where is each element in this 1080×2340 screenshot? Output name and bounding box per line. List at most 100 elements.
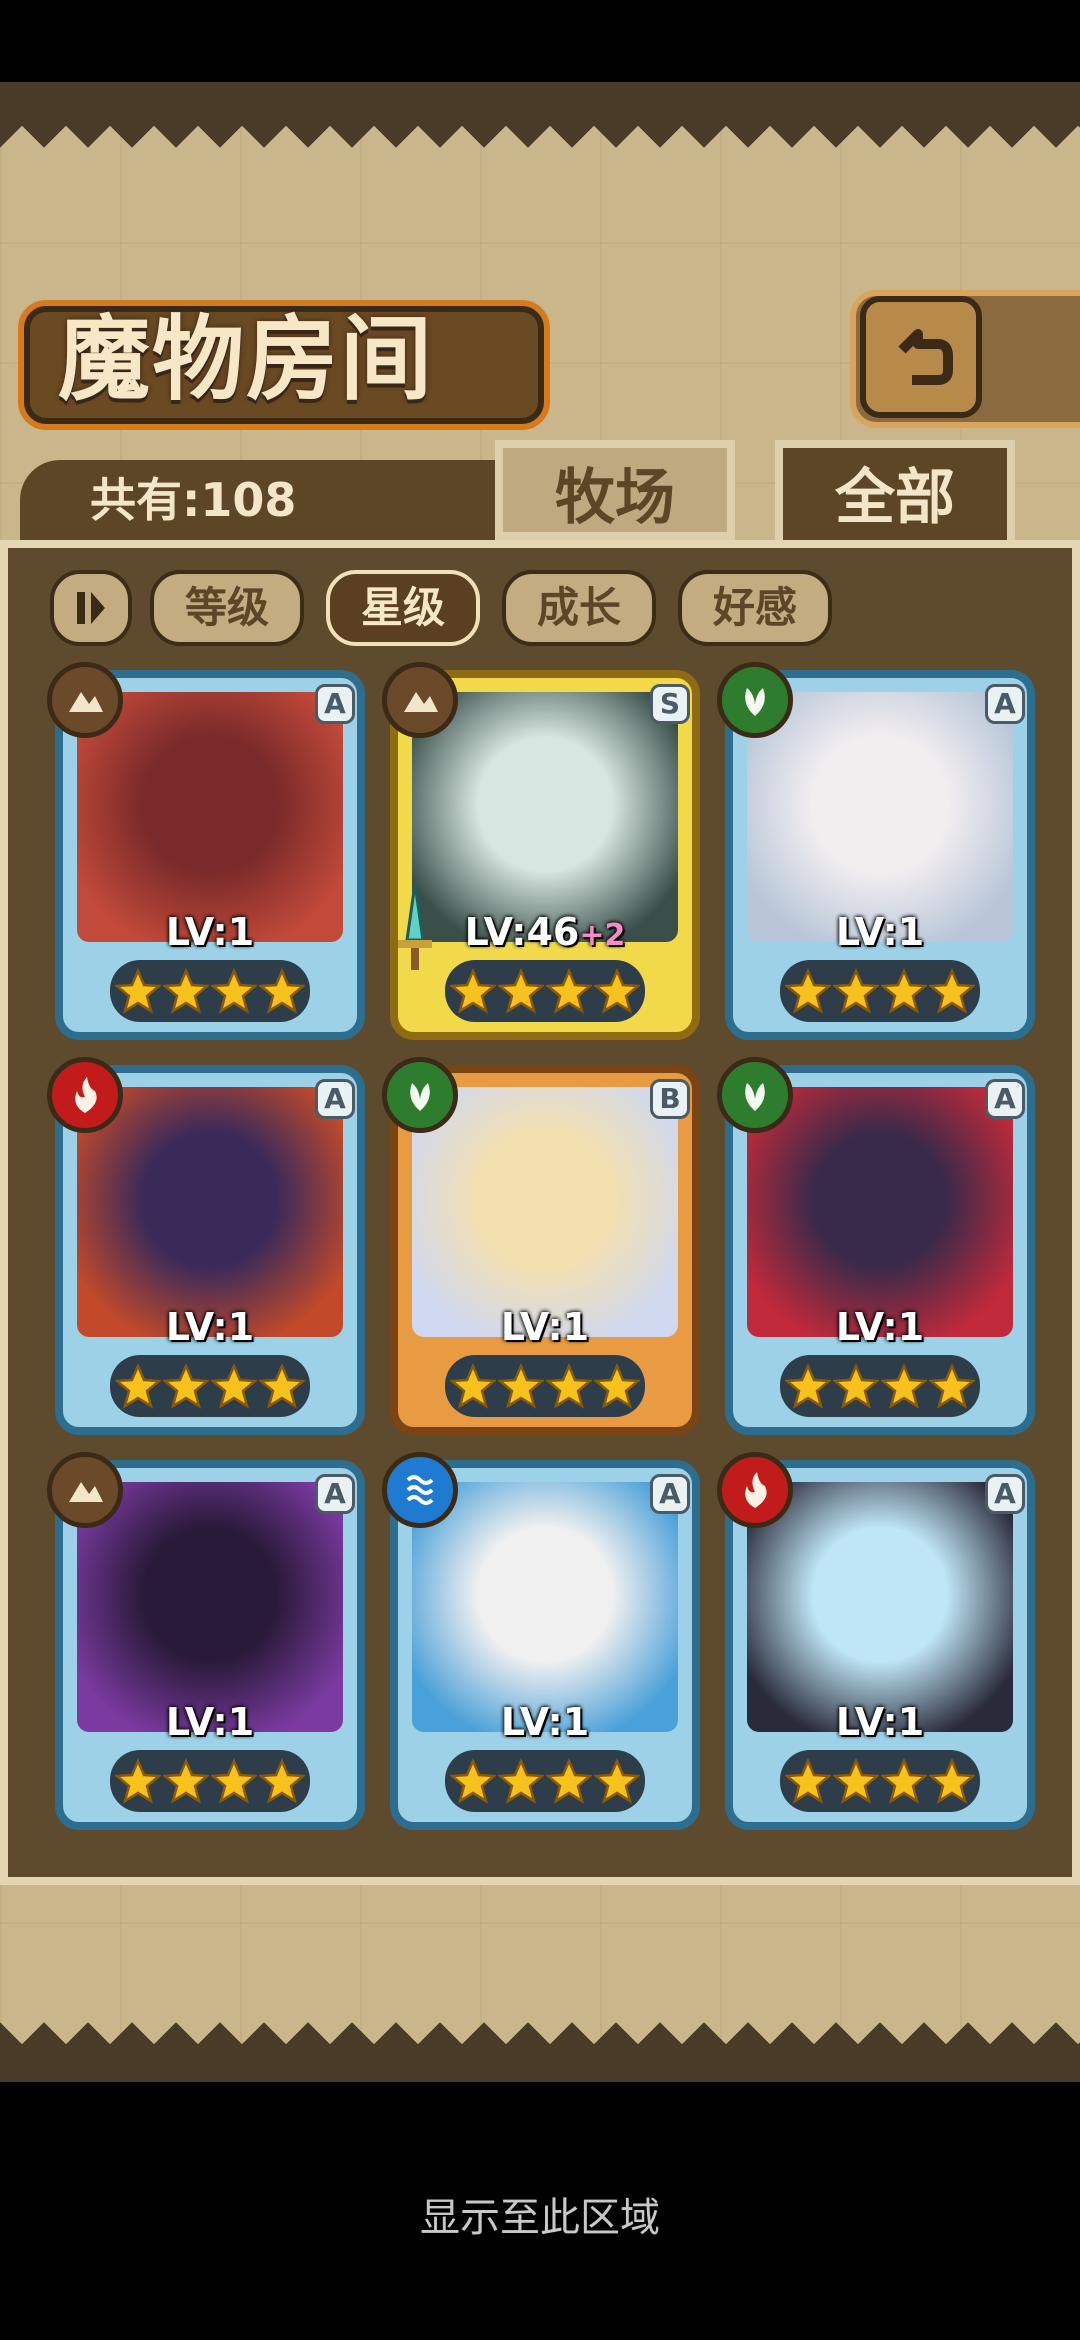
- star-icon: [113, 967, 163, 1014]
- level-label: LV:1: [55, 910, 365, 954]
- fire-icon: [47, 1057, 123, 1133]
- water-icon: [382, 1452, 458, 1528]
- level-value: LV:1: [835, 1700, 925, 1744]
- star-icon: [879, 967, 929, 1014]
- rank-badge: A: [315, 684, 355, 724]
- star-rating: [780, 960, 980, 1022]
- monster-count: 共有:108: [90, 473, 297, 527]
- bottom-zigzag-border: [0, 2000, 1080, 2044]
- rank-badge: S: [650, 684, 690, 724]
- star-icon: [209, 1362, 259, 1409]
- level-label: LV:1: [725, 1700, 1035, 1744]
- star-rating: [110, 960, 310, 1022]
- tab-ranch[interactable]: 牧场: [495, 440, 735, 540]
- star-icon: [257, 1362, 307, 1409]
- earth-icon: [47, 662, 123, 738]
- monster-portrait: [77, 1482, 343, 1732]
- monster-card[interactable]: A LV:1: [717, 1057, 1035, 1435]
- star-icon: [592, 967, 642, 1014]
- star-icon: [783, 1362, 833, 1409]
- star-rating: [110, 1355, 310, 1417]
- rank-badge: A: [650, 1474, 690, 1514]
- star-icon: [927, 1362, 977, 1409]
- star-icon: [879, 1757, 929, 1804]
- filter-stars[interactable]: 星级: [326, 570, 480, 646]
- star-icon: [257, 967, 307, 1014]
- level-value: LV:1: [165, 1700, 255, 1744]
- level-value: LV:1: [165, 1305, 255, 1349]
- monster-portrait: [77, 692, 343, 942]
- star-icon: [592, 1757, 642, 1804]
- level-label: LV:1: [390, 1700, 700, 1744]
- level-value: LV:1: [500, 1305, 590, 1349]
- star-icon: [161, 967, 211, 1014]
- star-icon: [209, 1757, 259, 1804]
- leaf-icon: [717, 662, 793, 738]
- star-icon: [113, 1757, 163, 1804]
- level-label: LV:46+2: [390, 910, 700, 954]
- level-value: LV:1: [835, 1305, 925, 1349]
- rank-badge: A: [985, 1474, 1025, 1514]
- monster-card[interactable]: A LV:1: [47, 662, 365, 1040]
- monster-card[interactable]: A LV:1: [717, 662, 1035, 1040]
- star-icon: [544, 1362, 594, 1409]
- level-label: LV:1: [725, 1305, 1035, 1349]
- star-icon: [161, 1362, 211, 1409]
- star-icon: [592, 1362, 642, 1409]
- return-arrow-icon[interactable]: [860, 296, 982, 418]
- monster-card[interactable]: A LV:1: [47, 1452, 365, 1830]
- monster-card[interactable]: A LV:1: [47, 1057, 365, 1435]
- earth-icon: [382, 662, 458, 738]
- leaf-icon: [382, 1057, 458, 1133]
- level-value: LV:1: [500, 1700, 590, 1744]
- rank-badge: B: [650, 1079, 690, 1119]
- monster-portrait: [412, 1087, 678, 1337]
- page-title: 魔物房间: [58, 305, 435, 413]
- fire-icon: [717, 1452, 793, 1528]
- star-icon: [927, 1757, 977, 1804]
- star-rating: [780, 1750, 980, 1812]
- star-icon: [544, 1757, 594, 1804]
- level-label: LV:1: [55, 1700, 365, 1744]
- star-icon: [448, 1362, 498, 1409]
- bottom-frame-bar: [0, 2044, 1080, 2082]
- filter-affection[interactable]: 好感: [678, 570, 832, 646]
- sort-icon: [77, 592, 105, 624]
- sort-order-toggle[interactable]: [50, 570, 132, 646]
- star-icon: [496, 1757, 546, 1804]
- star-rating: [445, 960, 645, 1022]
- rank-badge: A: [315, 1474, 355, 1514]
- star-rating: [445, 1750, 645, 1812]
- monster-portrait: [747, 692, 1013, 942]
- level-label: LV:1: [390, 1305, 700, 1349]
- star-icon: [831, 1362, 881, 1409]
- level-label: LV:1: [725, 910, 1035, 954]
- star-rating: [110, 1750, 310, 1812]
- filter-growth[interactable]: 成长: [502, 570, 656, 646]
- star-icon: [783, 1757, 833, 1804]
- star-icon: [113, 1362, 163, 1409]
- monster-card[interactable]: B LV:1: [382, 1057, 700, 1435]
- rank-badge: A: [985, 1079, 1025, 1119]
- display-area-hint: 显示至此区域: [420, 2195, 660, 2241]
- star-icon: [496, 967, 546, 1014]
- star-icon: [209, 967, 259, 1014]
- leaf-icon: [717, 1057, 793, 1133]
- level-value: LV:1: [165, 910, 255, 954]
- filter-level[interactable]: 等级: [150, 570, 304, 646]
- monster-card[interactable]: S LV:46+2: [382, 662, 700, 1040]
- star-icon: [927, 967, 977, 1014]
- earth-icon: [47, 1452, 123, 1528]
- monster-portrait: [747, 1087, 1013, 1337]
- level-label: LV:1: [55, 1305, 365, 1349]
- monster-card[interactable]: A LV:1: [382, 1452, 700, 1830]
- star-icon: [161, 1757, 211, 1804]
- star-icon: [831, 1757, 881, 1804]
- star-icon: [879, 1362, 929, 1409]
- monster-card[interactable]: A LV:1: [717, 1452, 1035, 1830]
- level-value: LV:1: [835, 910, 925, 954]
- star-icon: [783, 967, 833, 1014]
- star-rating: [780, 1355, 980, 1417]
- star-icon: [448, 1757, 498, 1804]
- level-value: LV:46: [464, 910, 580, 954]
